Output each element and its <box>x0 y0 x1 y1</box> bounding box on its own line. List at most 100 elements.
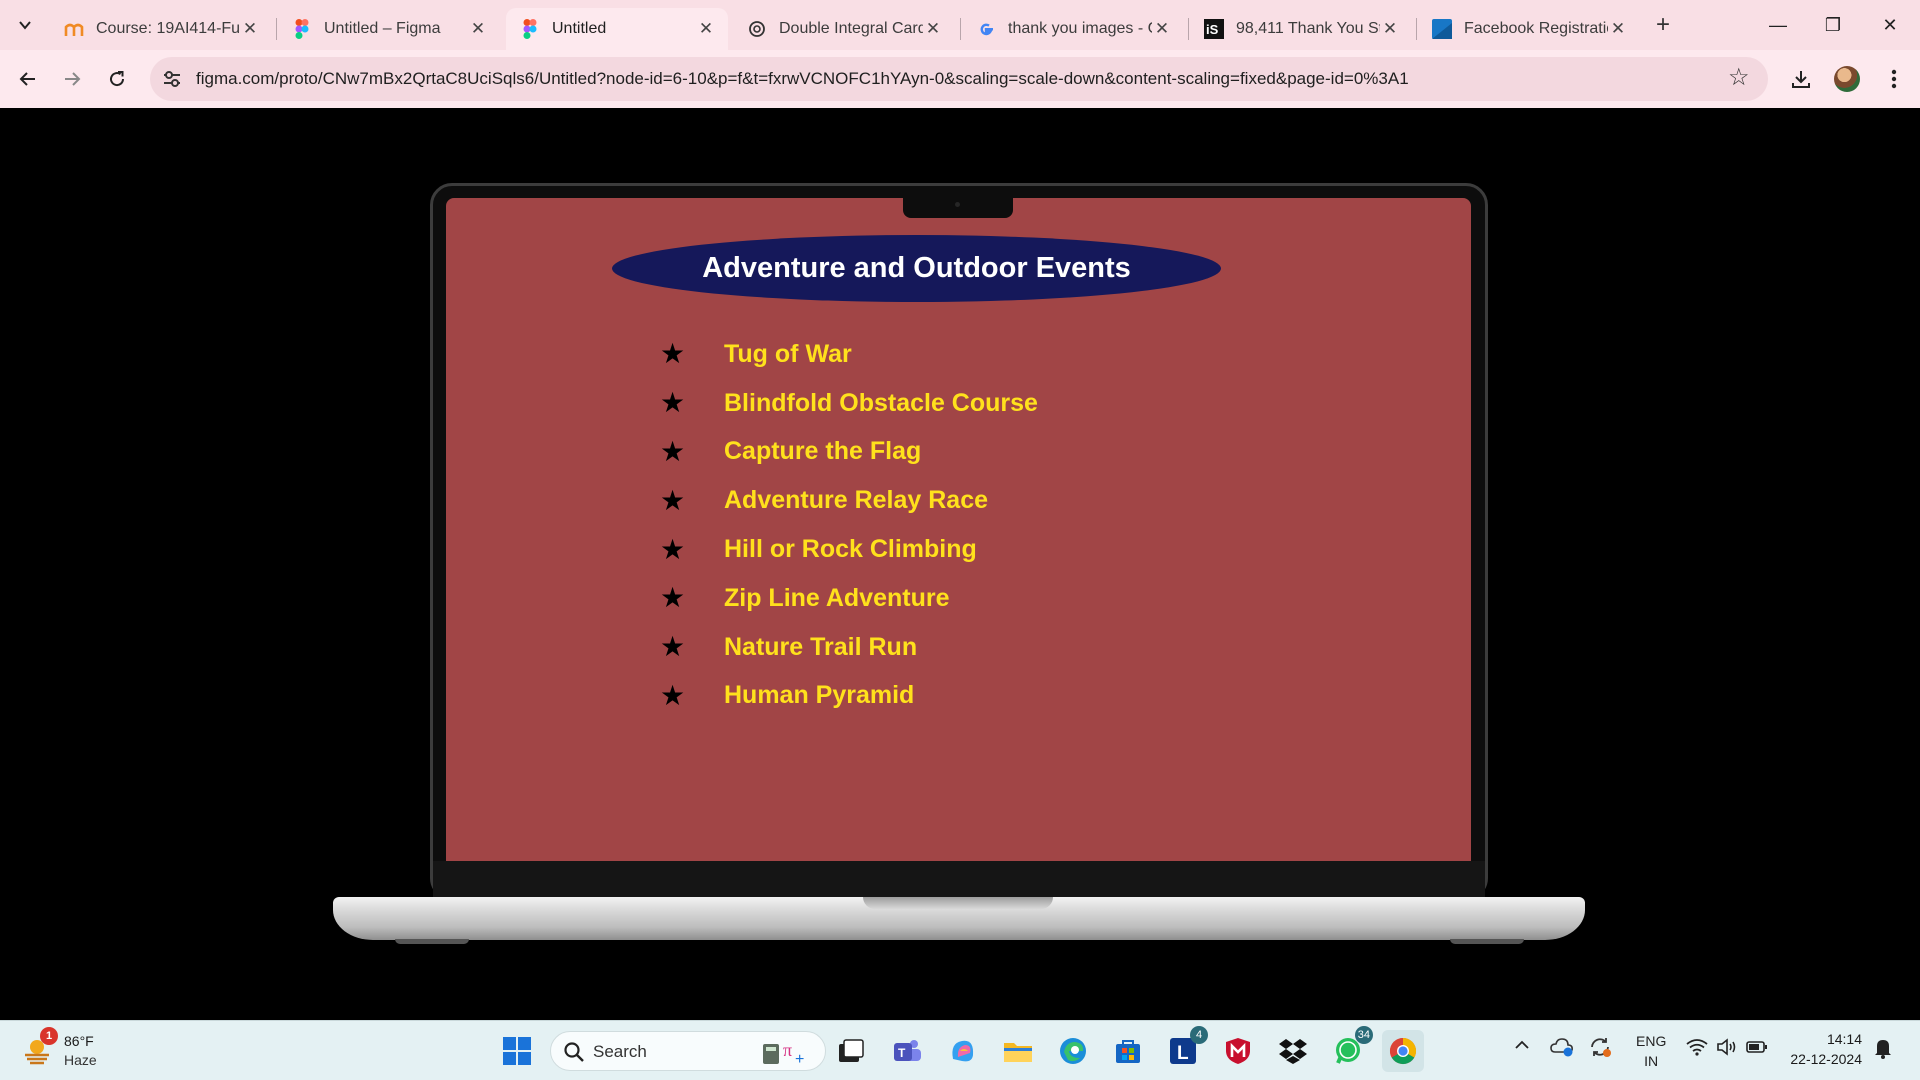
close-icon[interactable]: ✕ <box>923 19 943 39</box>
tab-double-integral[interactable]: Double Integral Card ✕ <box>733 8 955 50</box>
close-icon[interactable]: ✕ <box>1380 19 1400 39</box>
weather-widget[interactable]: 1 86°F Haze <box>22 1027 142 1073</box>
close-icon[interactable]: ✕ <box>240 19 260 39</box>
weather-alert-badge: 1 <box>40 1027 58 1045</box>
star-icon: ★ <box>660 484 686 516</box>
notification-center-button[interactable] <box>1874 1037 1892 1063</box>
speaker-icon <box>1717 1038 1736 1056</box>
calculator-pi-icon: π + <box>763 1040 804 1066</box>
event-label: Adventure Relay Race <box>724 486 989 515</box>
mcafee-shield-icon <box>1226 1038 1250 1064</box>
forward-button[interactable] <box>56 63 88 95</box>
back-button[interactable] <box>12 63 44 95</box>
browser-tab-strip: Course: 19AI414-Fun ✕ Untitled – Figma ✕… <box>0 0 1920 50</box>
bell-icon <box>1875 1040 1891 1059</box>
blue-square-icon <box>1432 19 1452 39</box>
tab-divider <box>1188 18 1189 40</box>
list-item: ★ Capture the Flag <box>660 428 1038 477</box>
task-view-button[interactable] <box>830 1030 872 1072</box>
star-icon: ★ <box>660 631 686 663</box>
tab-istock[interactable]: iS 98,411 Thank You St ✕ <box>1190 8 1412 50</box>
tab-search-button[interactable] <box>10 10 40 40</box>
minimize-button[interactable]: — <box>1758 10 1798 40</box>
close-window-button[interactable]: ✕ <box>1870 10 1910 40</box>
event-label: Blindfold Obstacle Course <box>724 388 1038 417</box>
close-icon[interactable]: ✕ <box>1608 19 1628 39</box>
browser-menu-button[interactable] <box>1878 63 1910 95</box>
windows-logo-icon <box>503 1037 531 1065</box>
wifi-icon <box>1686 1039 1708 1056</box>
search-label: Search <box>593 1042 647 1061</box>
dropbox-icon <box>1279 1039 1307 1064</box>
dropbox-button[interactable] <box>1272 1030 1314 1072</box>
tab-divider <box>276 18 277 40</box>
close-icon[interactable]: ✕ <box>468 19 488 39</box>
tab-untitled-active[interactable]: Untitled ✕ <box>506 8 728 50</box>
event-label: Nature Trail Run <box>724 632 918 661</box>
list-item: ★ Adventure Relay Race <box>660 476 1038 525</box>
chevron-down-icon <box>19 21 31 30</box>
weather-temperature: 86°F <box>64 1033 94 1049</box>
close-icon[interactable]: ✕ <box>1152 19 1172 39</box>
close-icon[interactable]: ✕ <box>696 19 716 39</box>
svg-text:+: + <box>795 1051 804 1066</box>
bookmark-star-icon[interactable]: ☆ <box>1728 66 1752 90</box>
microsoft-store-button[interactable] <box>1107 1030 1149 1072</box>
star-icon: ★ <box>660 582 686 614</box>
chrome-button[interactable] <box>1382 1030 1424 1072</box>
url-text[interactable]: figma.com/proto/CNw7mBx2QrtaC8UciSqls6/U… <box>196 69 1409 89</box>
teams-button[interactable]: T <box>886 1030 928 1072</box>
mcafee-button[interactable] <box>1217 1030 1259 1072</box>
lens-app-button[interactable]: L 4 <box>1162 1026 1208 1072</box>
taskbar-search-box[interactable]: Search π + <box>550 1031 826 1071</box>
event-label: Zip Line Adventure <box>724 583 950 612</box>
profile-button[interactable] <box>1831 63 1863 95</box>
tab-figma-file[interactable]: Untitled – Figma ✕ <box>278 8 500 50</box>
sync-status[interactable] <box>1588 1036 1612 1062</box>
start-button[interactable] <box>496 1030 538 1072</box>
downloads-button[interactable] <box>1785 63 1817 95</box>
star-icon: ★ <box>660 435 686 467</box>
notification-badge: 4 <box>1190 1026 1208 1044</box>
address-bar[interactable]: figma.com/proto/CNw7mBx2QrtaC8UciSqls6/U… <box>150 57 1768 101</box>
battery-status[interactable] <box>1746 1039 1768 1059</box>
task-view-icon <box>839 1039 864 1062</box>
edge-button[interactable] <box>1052 1030 1094 1072</box>
event-label: Tug of War <box>724 339 852 368</box>
show-hidden-icons-button[interactable] <box>1514 1037 1530 1057</box>
site-settings-icon[interactable] <box>160 67 184 91</box>
system-clock[interactable]: 14:14 22-12-2024 <box>1782 1029 1862 1069</box>
volume-control[interactable] <box>1716 1038 1738 1060</box>
svg-text:T: T <box>898 1046 906 1060</box>
chevron-up-icon <box>1515 1040 1529 1049</box>
reload-button[interactable] <box>101 63 133 95</box>
input-language[interactable]: ENG IN <box>1636 1031 1666 1071</box>
slide-title: Adventure and Outdoor Events <box>702 252 1131 284</box>
tab-divider <box>1416 18 1417 40</box>
svg-text:iS: iS <box>1206 22 1219 37</box>
event-label: Capture the Flag <box>724 437 922 466</box>
list-item: ★ Zip Line Adventure <box>660 574 1038 623</box>
tab-facebook-registration[interactable]: Facebook Registratio ✕ <box>1418 8 1640 50</box>
tab-google-search[interactable]: thank you images - G ✕ <box>962 8 1184 50</box>
laptop-chin <box>433 861 1485 898</box>
tab-title: Double Integral Card <box>779 20 923 37</box>
tab-course[interactable]: Course: 19AI414-Fun ✕ <box>50 8 272 50</box>
language-code: ENG <box>1636 1033 1667 1049</box>
file-explorer-button[interactable] <box>997 1030 1039 1072</box>
onedrive-status[interactable] <box>1550 1036 1574 1062</box>
copilot-icon <box>952 1040 974 1062</box>
event-list: ★ Tug of War ★ Blindfold Obstacle Course ★… <box>660 330 1038 720</box>
notification-badge: 34 <box>1354 1026 1373 1044</box>
restore-button[interactable]: ❐ <box>1813 10 1853 40</box>
more-vertical-icon <box>1891 69 1897 89</box>
copilot-button[interactable] <box>942 1030 984 1072</box>
avatar <box>1834 66 1860 92</box>
svg-text:L: L <box>1177 1043 1189 1064</box>
laptop-notch <box>903 196 1013 218</box>
network-status[interactable] <box>1686 1038 1708 1060</box>
windows-taskbar: 1 86°F Haze Search π + T L 4 34 ENG IN 1… <box>0 1020 1920 1080</box>
camera-icon <box>955 202 960 207</box>
whatsapp-button[interactable]: 34 <box>1327 1026 1373 1072</box>
new-tab-button[interactable]: + <box>1650 12 1676 38</box>
